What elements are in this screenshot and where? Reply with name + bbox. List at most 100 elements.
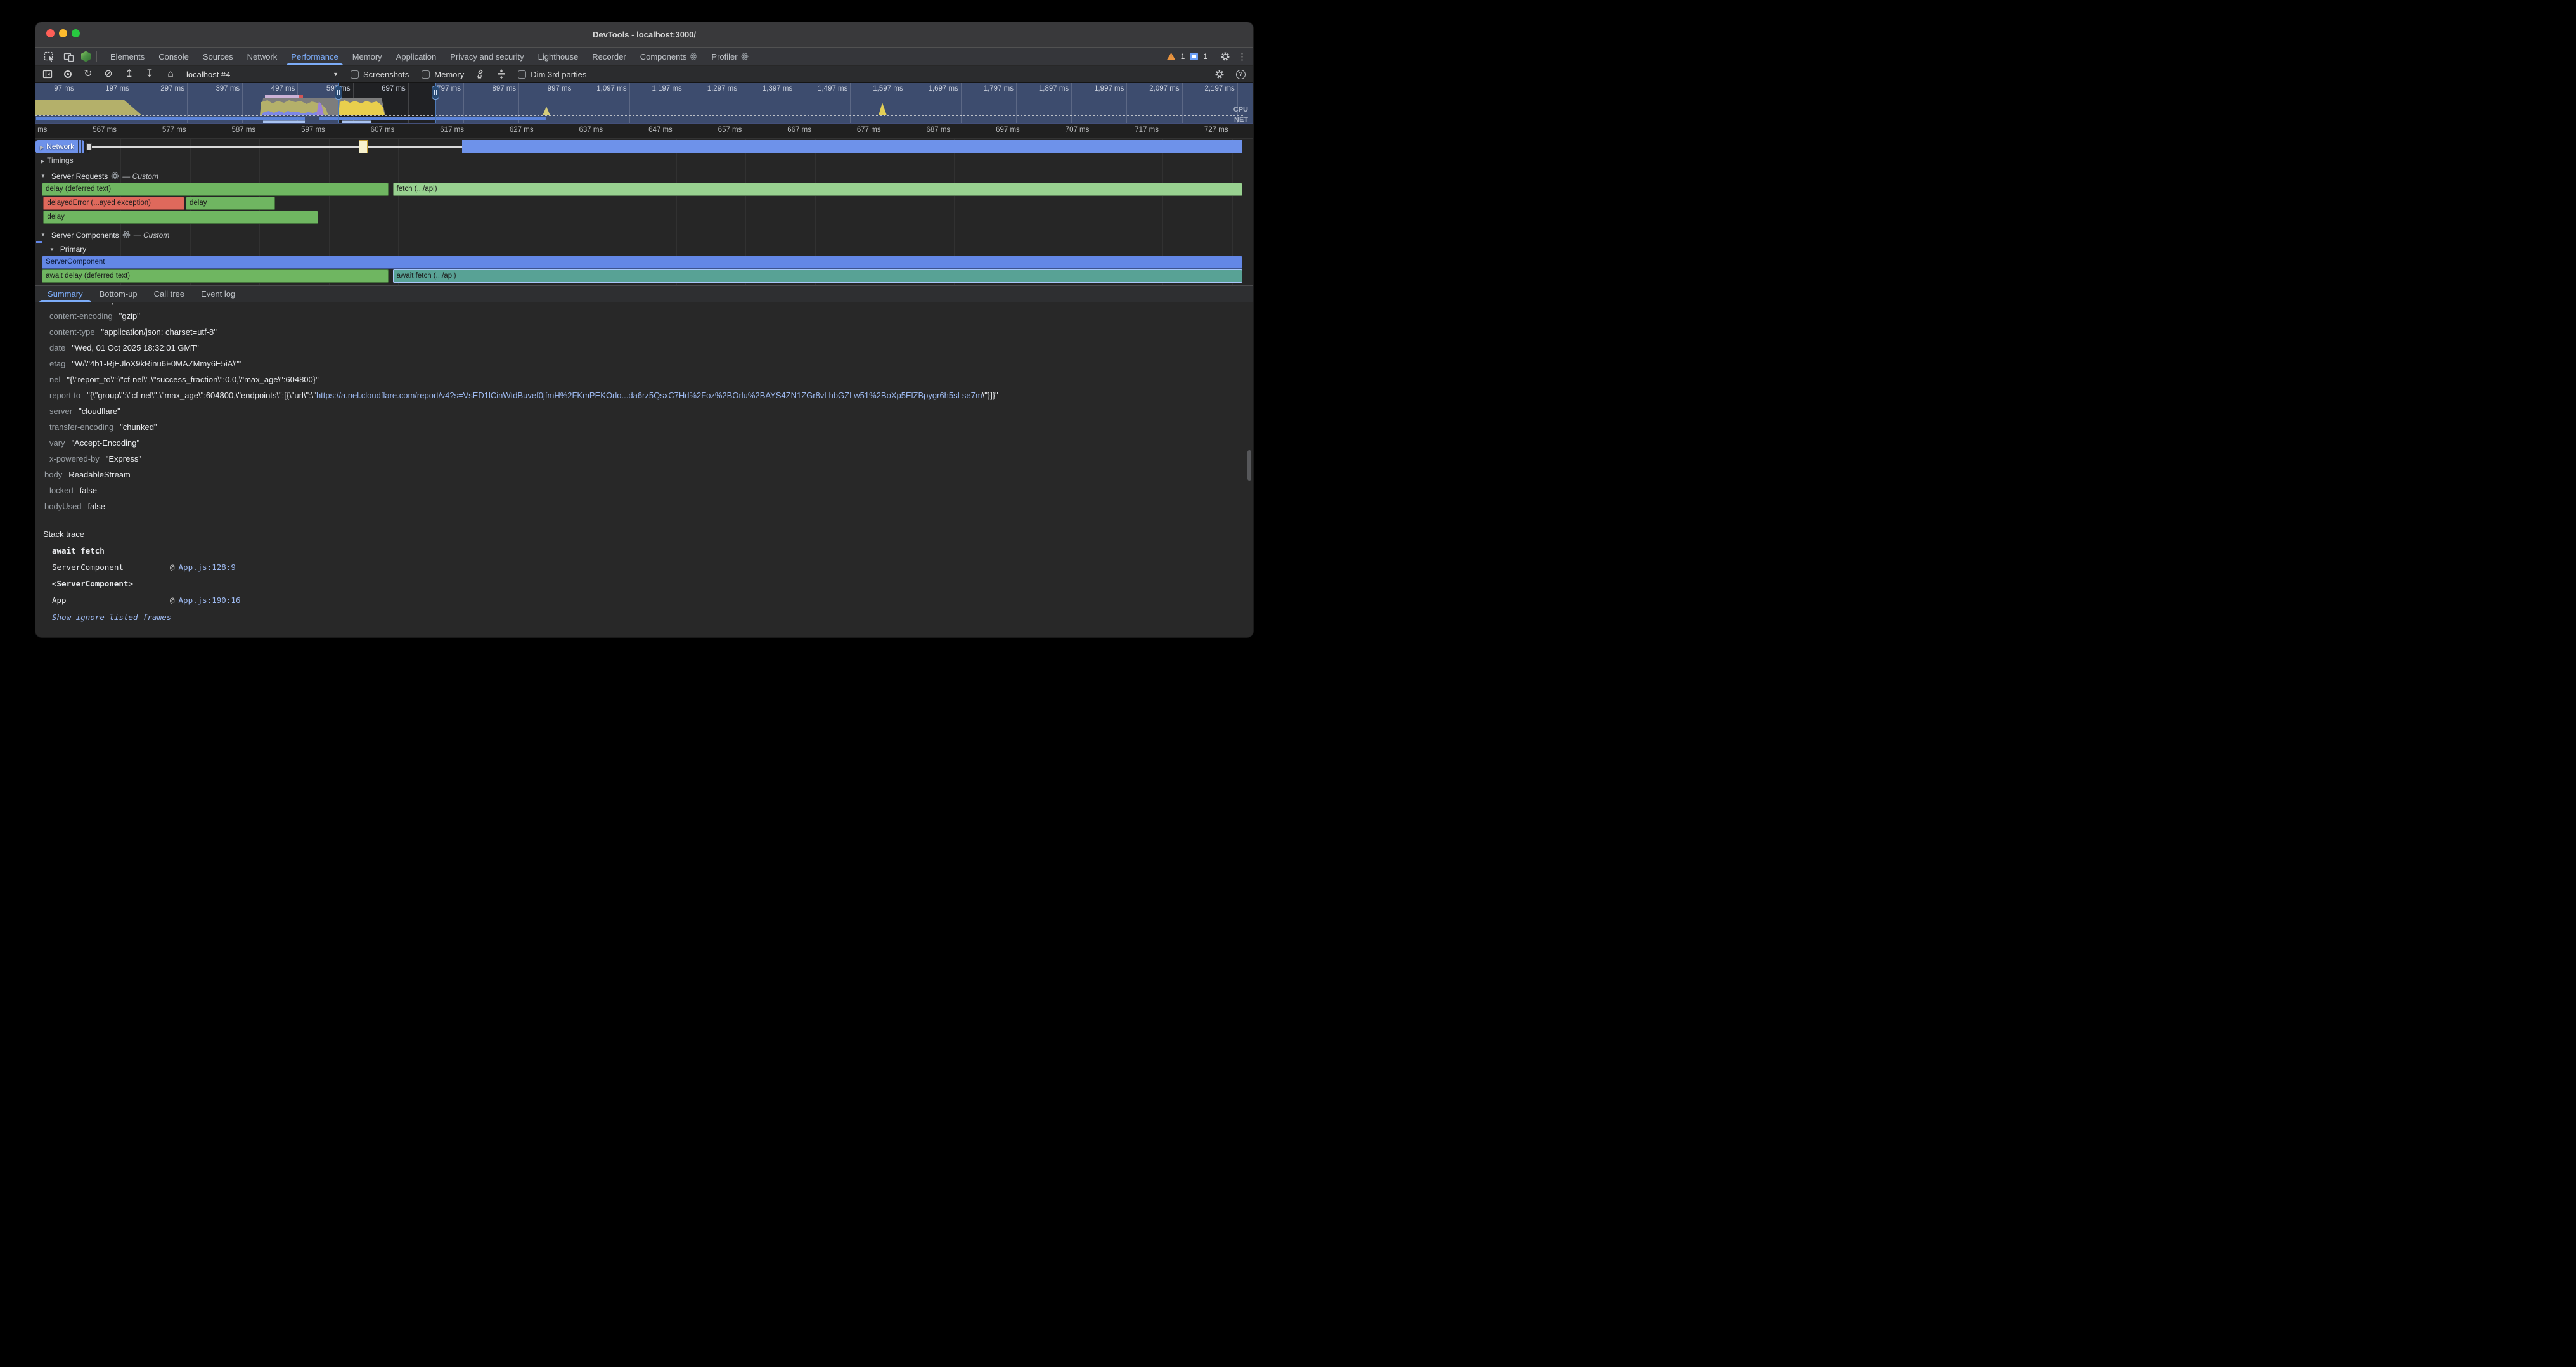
tab-recorder[interactable]: Recorder — [585, 48, 633, 65]
ruler-label: 617 ms — [413, 126, 464, 134]
selection-handle-left[interactable] — [335, 86, 342, 100]
react-atom-icon — [111, 172, 119, 180]
ruler-label: 567 ms — [66, 126, 117, 134]
tab-application[interactable]: Application — [389, 48, 444, 65]
tab-profiler[interactable]: Profiler — [704, 48, 755, 65]
tab-privacy-and-security[interactable]: Privacy and security — [443, 48, 531, 65]
summary-row-content-encoding: content-encoding"gzip" — [35, 308, 1253, 324]
tab-summary[interactable]: Summary — [39, 286, 91, 302]
tab-bottom-up[interactable]: Bottom-up — [91, 286, 146, 302]
inspect-element-icon[interactable] — [42, 49, 56, 63]
tab-console[interactable]: Console — [151, 48, 196, 65]
tab-event-log[interactable]: Event log — [193, 286, 243, 302]
title-bar: DevTools - localhost:3000/ — [35, 22, 1253, 48]
dim-3rd-parties-checkbox-group[interactable]: Dim 3rd parties — [518, 70, 586, 79]
warning-icon[interactable] — [1167, 53, 1176, 60]
report-to-link[interactable]: https://a.nel.cloudflare.com/report/v4?s… — [316, 391, 982, 400]
network-track[interactable]: ▶Network — [35, 140, 1253, 153]
home-icon[interactable]: ⌂ — [164, 67, 177, 81]
event-bar-await-delay-deferred-text-[interactable]: await delay (deferred text) — [42, 269, 389, 283]
summary-row-report-to: report-to"{\"group\":\"cf-nel\",\"max_ag… — [35, 387, 1253, 403]
summary-pane[interactable]: connection"keep-alive"content-encoding"g… — [35, 303, 1253, 519]
memory-checkbox[interactable] — [422, 70, 430, 79]
chevron-down-icon: ▼ — [333, 71, 338, 77]
tab-sources[interactable]: Sources — [196, 48, 240, 65]
event-bar-fetch-api-[interactable]: fetch (.../api) — [393, 183, 1242, 196]
source-location-link[interactable]: App.js:128:9 — [179, 562, 236, 572]
summary-row-locked: lockedfalse — [35, 483, 1253, 498]
primary-group-header[interactable]: ▼ Primary — [35, 244, 1253, 254]
ruler-label: 707 ms — [1038, 126, 1089, 134]
event-bar-servercomponent[interactable]: ServerComponent — [42, 256, 1242, 269]
nodejs-icon[interactable] — [81, 51, 91, 62]
save-profile-icon[interactable]: ↧ — [143, 67, 157, 81]
selection-handle-right[interactable] — [432, 86, 439, 100]
tab-performance[interactable]: Performance — [284, 48, 345, 65]
network-request-bar[interactable] — [462, 140, 1242, 153]
tab-lighthouse[interactable]: Lighthouse — [531, 48, 586, 65]
server-requests-header[interactable]: ▼ Server Requests — Custom — [35, 171, 1253, 181]
issues-icon[interactable] — [1190, 53, 1198, 60]
cpu-lane-label: CPU — [1233, 106, 1248, 113]
ruler-label: 667 ms — [761, 126, 811, 134]
ruler-label: 717 ms — [1108, 126, 1159, 134]
profile-select[interactable]: localhost #4 ▼ — [186, 70, 338, 79]
ruler-label: 727 ms — [1178, 126, 1228, 134]
source-location-link[interactable]: App.js:190:16 — [179, 595, 241, 605]
capture-settings-gear-icon[interactable] — [1213, 67, 1227, 81]
stack-frame-servercomponent: ServerComponent@App.js:128:9 — [35, 559, 1253, 576]
help-icon[interactable]: ? — [1236, 70, 1246, 79]
cpu-activity-chart — [35, 83, 1244, 124]
timings-track-label[interactable]: ▶Timings — [35, 156, 1253, 167]
network-marker[interactable] — [86, 143, 92, 150]
stack-frame-app: App@App.js:190:16 — [35, 592, 1253, 609]
tab-elements[interactable]: Elements — [103, 48, 151, 65]
memory-label: Memory — [434, 70, 464, 79]
profile-select-value: localhost #4 — [186, 70, 230, 79]
network-event[interactable] — [359, 140, 368, 153]
kebab-menu-icon[interactable]: ⋮ — [1237, 52, 1247, 62]
reload-and-record-button[interactable]: ↻ — [81, 67, 95, 81]
record-button[interactable] — [61, 67, 75, 81]
tab-memory[interactable]: Memory — [345, 48, 389, 65]
timeline-ruler[interactable]: ms567 ms577 ms587 ms597 ms607 ms617 ms62… — [35, 124, 1253, 139]
event-bar-delay-deferred-text-[interactable]: delay (deferred text) — [42, 183, 389, 196]
settings-gear-icon[interactable] — [1218, 49, 1232, 63]
ruler-label: 607 ms — [344, 126, 394, 134]
show-ignore-listed-frames-link[interactable]: Show ignore-listed frames — [52, 612, 171, 622]
server-components-tick — [36, 241, 42, 243]
network-track-label[interactable]: ▶Network — [40, 140, 74, 154]
event-bar-delayederror-ayed-exception-[interactable]: delayedError (...ayed exception) — [43, 197, 184, 210]
event-bar-delay[interactable]: delay — [186, 197, 275, 210]
tab-call-tree[interactable]: Call tree — [146, 286, 193, 302]
screenshots-checkbox-group[interactable]: Screenshots — [351, 70, 409, 79]
ruler-label: 697 ms — [969, 126, 1020, 134]
collect-garbage-icon[interactable] — [473, 67, 487, 81]
details-tab-bar: SummaryBottom-upCall treeEvent log — [35, 285, 1253, 302]
event-bar-delay[interactable]: delay — [43, 211, 318, 224]
timeline-overview[interactable]: 97 ms197 ms297 ms397 ms497 ms597 ms697 m… — [35, 83, 1253, 124]
ruler-label: 687 ms — [899, 126, 950, 134]
event-bar-await-fetch-api-[interactable]: await fetch (.../api) — [393, 269, 1242, 283]
summary-row-transfer-encoding: transfer-encoding"chunked" — [35, 419, 1253, 435]
dim-3rd-parties-checkbox[interactable] — [518, 70, 526, 79]
stack-frame-await-fetch: await fetch — [35, 543, 1253, 559]
load-profile-icon[interactable]: ↥ — [122, 67, 136, 81]
ruler-label: 577 ms — [136, 126, 186, 134]
tab-network[interactable]: Network — [240, 48, 285, 65]
screenshots-label: Screenshots — [363, 70, 409, 79]
devtools-tab-bar: ElementsConsoleSourcesNetworkPerformance… — [35, 48, 1253, 65]
scrollbar-thumb[interactable] — [1247, 450, 1251, 481]
warning-count: 1 — [1181, 52, 1185, 61]
device-toolbar-icon[interactable] — [61, 49, 75, 63]
clear-recording-button[interactable]: ⊘ — [101, 67, 115, 81]
dock-side-icon[interactable] — [41, 67, 55, 81]
server-components-title: Server Components — [51, 231, 119, 240]
collapse-frames-icon[interactable] — [494, 67, 508, 81]
memory-checkbox-group[interactable]: Memory — [422, 70, 464, 79]
tab-components[interactable]: Components — [633, 48, 705, 65]
server-components-header[interactable]: ▼ Server Components — Custom — [35, 230, 1253, 240]
net-lane-label: NET — [1234, 116, 1248, 124]
summary-row-etag: etag"W/\"4b1-RjEJloX9kRinu6F0MAZMmy6E5iA… — [35, 356, 1253, 372]
screenshots-checkbox[interactable] — [351, 70, 359, 79]
